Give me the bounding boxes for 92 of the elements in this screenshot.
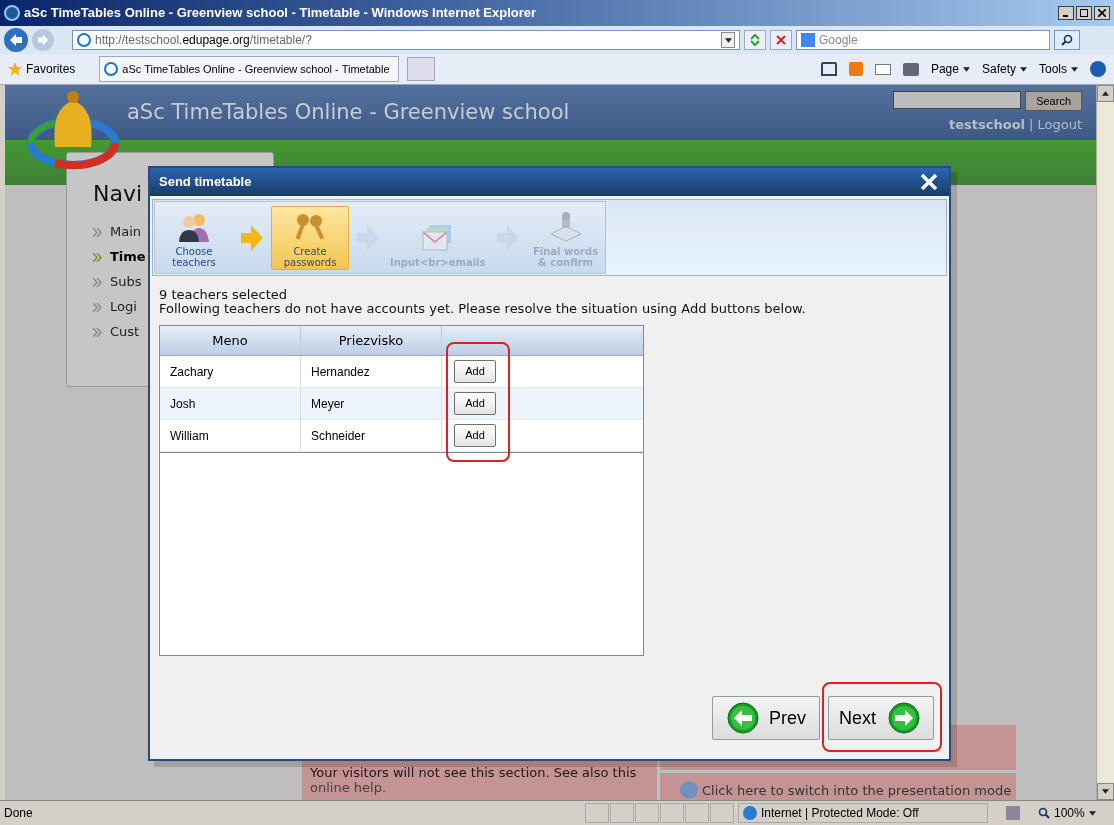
favorites-button[interactable]: Favorites (4, 60, 80, 78)
caret-icon (724, 37, 732, 43)
nav-link[interactable]: Main (110, 223, 142, 241)
wizard-step[interactable]: Create passwords (271, 205, 349, 270)
page-icon (104, 62, 119, 76)
username: testschool (949, 115, 1026, 134)
stop-button[interactable] (770, 30, 792, 50)
back-icon (9, 33, 23, 47)
table-cell: Hernandez (301, 356, 442, 387)
close-button[interactable] (1094, 6, 1110, 20)
column-header: Meno (160, 326, 301, 355)
address-text: http://testschool.edupage.org/timetable/? (95, 32, 312, 49)
chevrons-icon (93, 277, 102, 287)
toolbar-menu[interactable]: Page (930, 60, 970, 78)
address-field[interactable]: http://testschool.edupage.org/timetable/? (72, 30, 740, 50)
close-icon (776, 35, 786, 45)
minimize-button[interactable] (1058, 6, 1074, 20)
refresh-button[interactable] (744, 30, 766, 50)
window-title: aSc TimeTables Online - Greenview school - Timetable - Windows Internet Explorer (24, 4, 537, 23)
chevrons-icon (93, 302, 102, 312)
nav-link[interactable]: Logi (110, 298, 137, 316)
navigation-heading: Navi (93, 183, 144, 205)
forward-icon (37, 34, 49, 46)
site-title: aSc TimeTables Online - Greenview school (127, 98, 570, 126)
notice-text: Your visitors will not see this section. See also this online help. (310, 765, 638, 795)
nav-link[interactable]: Cust (110, 323, 140, 341)
chevrons-icon (93, 227, 102, 237)
search-button[interactable] (1054, 30, 1080, 50)
close-button[interactable] (918, 171, 940, 193)
toolbar-menu[interactable]: Tools (1039, 60, 1078, 78)
prev-button[interactable]: Prev (712, 696, 820, 740)
status-panel (635, 803, 659, 823)
dialog-title: Send timetable (159, 173, 252, 192)
keys-icon (293, 211, 327, 242)
add-button[interactable]: Add (454, 360, 496, 383)
search-input[interactable]: Google (819, 31, 1039, 49)
star-icon (8, 62, 22, 76)
search-field[interactable]: Google (796, 30, 1050, 50)
caret-icon (1088, 810, 1096, 816)
site-search-field[interactable] (893, 90, 1022, 109)
refresh-icon (749, 34, 761, 46)
status-panel (585, 803, 609, 823)
caret-icon (1071, 66, 1078, 72)
table-cell: Schneider (301, 420, 442, 451)
scroll-down-button[interactable] (1097, 783, 1114, 800)
back-button[interactable] (4, 28, 28, 52)
browser-tab[interactable]: aSc TimeTables Online - Greenview school - Timetable (99, 56, 400, 82)
separator: | (1029, 115, 1034, 134)
table-cell: William (160, 420, 301, 451)
table-cell: Meyer (301, 388, 442, 419)
close-icon (1098, 9, 1106, 17)
caret-icon (1020, 66, 1027, 72)
scroll-up-button[interactable] (1097, 85, 1114, 102)
chevrons-icon (93, 327, 102, 337)
caret-icon (962, 66, 970, 72)
status-panel (610, 803, 634, 823)
status-panel (660, 803, 684, 823)
caret-icon (1102, 91, 1109, 96)
caret-icon (1102, 789, 1109, 794)
table-cell: Zachary (160, 356, 301, 387)
add-button[interactable]: Add (454, 424, 496, 447)
zoom-button[interactable]: 100% (1038, 804, 1096, 822)
column-header: Priezvisko (301, 326, 442, 355)
table-cell: Josh (160, 388, 301, 419)
nav-link[interactable]: Time (110, 248, 146, 266)
presentation-link[interactable]: Click here to switch into the presentation mode (702, 780, 1012, 800)
step-arrow-icon (241, 224, 263, 251)
search-icon (1038, 807, 1050, 819)
page-icon (77, 33, 91, 47)
people-icon (177, 211, 211, 242)
status-panel (685, 803, 709, 823)
search-icon (1061, 34, 1073, 46)
wizard-step[interactable]: Choose teachers (155, 205, 233, 270)
maximize-icon (1080, 9, 1088, 17)
online-help-link[interactable]: online help. (310, 780, 387, 795)
add-button[interactable]: Add (454, 392, 496, 415)
next-button[interactable]: Next (828, 696, 934, 740)
status-text: Done (3, 805, 34, 822)
site-search-button[interactable]: Search (1025, 90, 1082, 111)
chevrons-icon (93, 252, 102, 262)
selection-summary: 9 teachers selected (159, 288, 288, 302)
browser-icon (4, 5, 20, 21)
mail-icon[interactable] (874, 63, 891, 75)
maximize-button[interactable] (1076, 6, 1092, 20)
mail-stamp-icon (548, 211, 583, 242)
instructions-text: Following teachers do not have accounts yet. Please resolve the situation using Add buttons below. (159, 302, 807, 316)
nav-link[interactable]: Subs (110, 273, 142, 291)
status-panel (710, 803, 734, 823)
close-icon (920, 173, 938, 191)
toolbar-menu[interactable]: Safety (981, 60, 1027, 78)
dropdown-button[interactable] (721, 32, 735, 48)
security-zone: Internet | Protected Mode: Off (761, 805, 919, 822)
